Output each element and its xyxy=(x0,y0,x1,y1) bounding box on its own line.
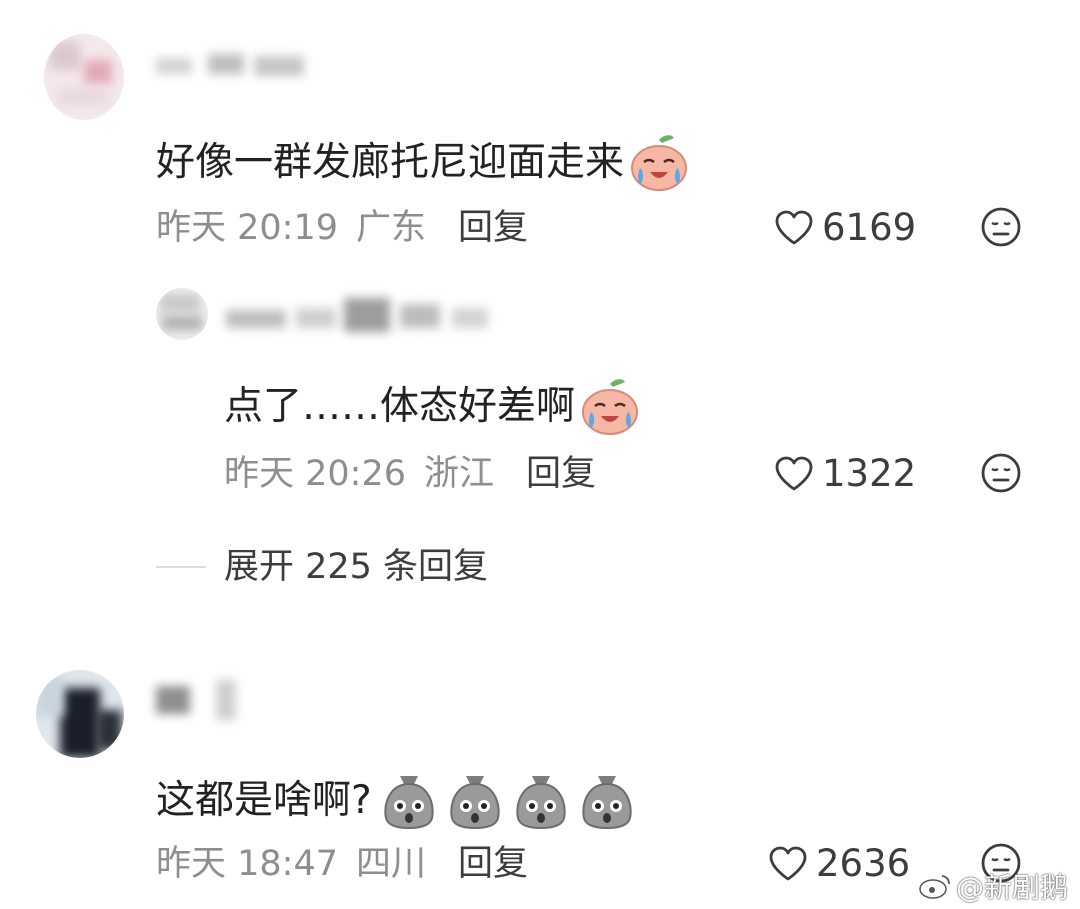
crying-peach-emoji xyxy=(582,379,639,435)
reply-button[interactable]: 回复 xyxy=(458,842,528,886)
crying-peach-emoji xyxy=(631,135,688,191)
dislike-face-icon[interactable] xyxy=(980,206,1022,248)
reply-text: 点了……体态好差啊 xyxy=(224,376,641,438)
reply-time: 昨天 20:26 xyxy=(224,454,406,494)
comment-text: 好像一群发廊托尼迎面走来 xyxy=(156,132,690,194)
shocked-bag-emoji xyxy=(582,776,632,830)
emoji-group xyxy=(378,770,638,832)
like-count: 6169 xyxy=(822,206,917,249)
heart-icon xyxy=(775,456,813,491)
expand-replies-button[interactable]: 展开 225 条回复 xyxy=(224,545,488,589)
like-button[interactable]: 1322 xyxy=(774,452,916,496)
watermark: @新剧鹅 xyxy=(918,866,1068,906)
comment-time: 昨天 20:19 xyxy=(156,208,338,248)
comment-location: 广东 xyxy=(356,208,427,248)
heart-icon xyxy=(769,846,807,881)
comment-text-content: 好像一群发廊托尼迎面走来 xyxy=(156,140,625,185)
reply-button[interactable]: 回复 xyxy=(458,206,528,250)
comment-text: 这都是啥啊? xyxy=(156,770,638,832)
reply-avatar[interactable] xyxy=(156,288,208,340)
comment-location: 四川 xyxy=(356,844,427,884)
reply-button[interactable]: 回复 xyxy=(526,452,596,496)
username[interactable] xyxy=(156,52,316,80)
like-count: 1322 xyxy=(822,452,917,495)
comment-text-content: 这都是啥啊? xyxy=(156,778,372,823)
like-count: 2636 xyxy=(816,842,911,885)
reply-meta: 昨天 20:26 浙江 回复 xyxy=(224,452,596,496)
avatar[interactable] xyxy=(44,34,124,120)
shocked-bag-emoji xyxy=(384,776,434,830)
heart-icon xyxy=(775,210,813,245)
dislike-face-icon[interactable] xyxy=(980,452,1022,494)
comment-meta: 昨天 18:47 四川 回复 xyxy=(156,842,528,886)
like-button[interactable]: 6169 xyxy=(774,206,916,250)
weibo-logo-icon xyxy=(919,875,950,899)
shocked-bag-emoji xyxy=(450,776,500,830)
avatar[interactable] xyxy=(36,670,124,758)
like-button[interactable]: 2636 xyxy=(768,842,910,886)
reply-text-content: 点了……体态好差啊 xyxy=(224,384,576,429)
watermark-text: @新剧鹅 xyxy=(956,871,1069,904)
reply-username[interactable] xyxy=(226,294,496,340)
shocked-bag-emoji xyxy=(516,776,566,830)
comment-meta: 昨天 20:19 广东 回复 xyxy=(156,206,528,250)
username[interactable] xyxy=(156,676,246,724)
comment-time: 昨天 18:47 xyxy=(156,844,338,884)
reply-location: 浙江 xyxy=(424,454,495,494)
expand-divider xyxy=(156,566,206,568)
